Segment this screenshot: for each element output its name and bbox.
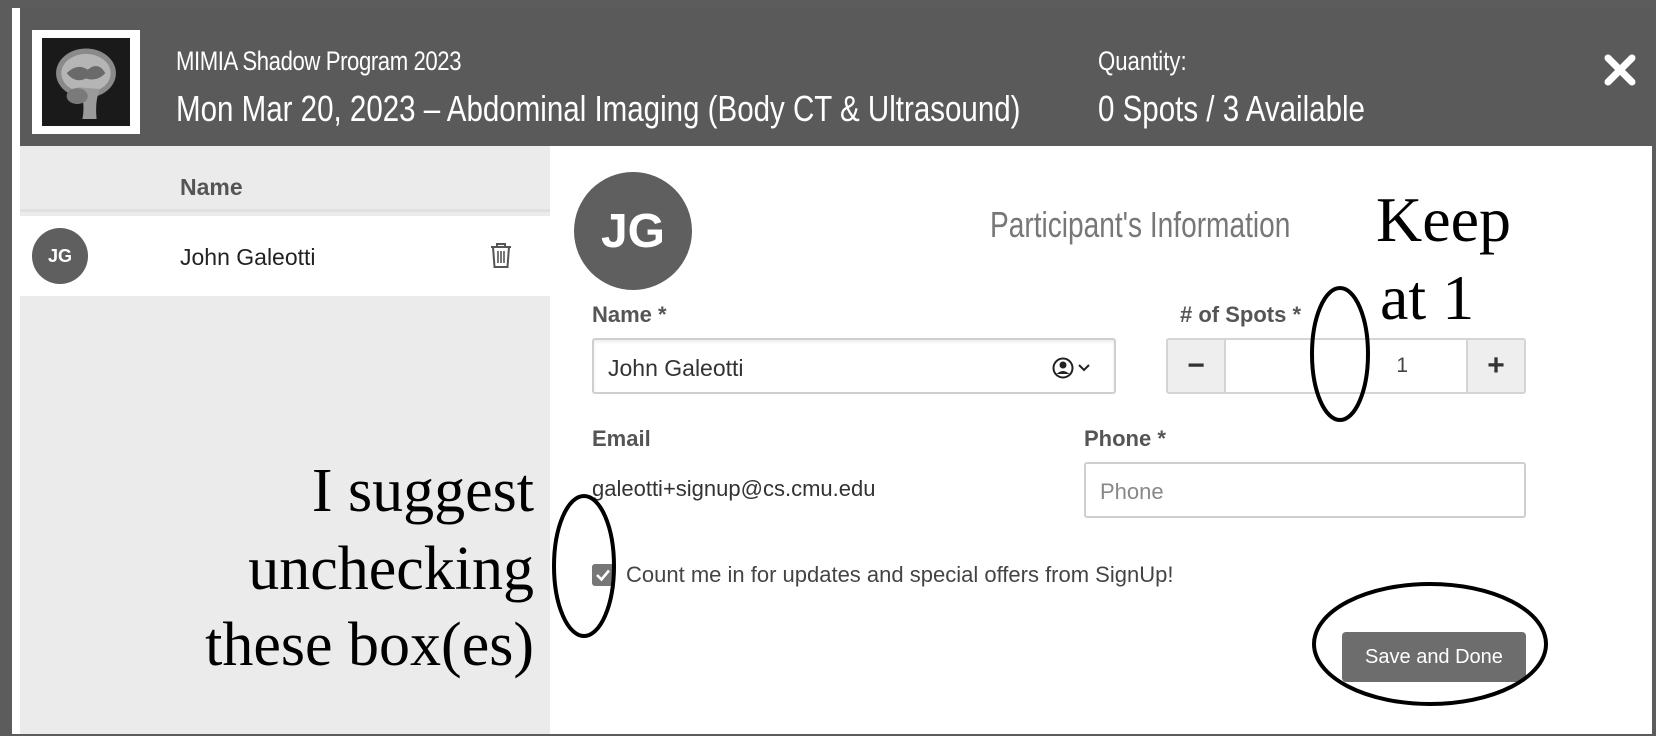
- participant-name: John Galeotti: [180, 244, 316, 270]
- name-value: John Galeotti: [608, 355, 744, 381]
- phone-placeholder: Phone: [1100, 479, 1164, 504]
- name-column-header: Name: [180, 174, 243, 200]
- quantity-label: Quantity:: [1098, 46, 1187, 76]
- checkmark-icon: [596, 569, 610, 582]
- phone-field[interactable]: Phone: [1084, 462, 1526, 518]
- person-dropdown-icon[interactable]: [1052, 356, 1096, 380]
- email-value: galeotti+signup@cs.cmu.edu: [592, 476, 876, 501]
- phone-label: Phone *: [1084, 426, 1166, 451]
- program-title: MIMIA Shadow Program 2023: [176, 46, 462, 76]
- spots-input[interactable]: 1: [1228, 340, 1466, 392]
- brain-mri-logo: [32, 30, 140, 134]
- event-title: Mon Mar 20, 2023 – Abdominal Imaging (Bo…: [176, 88, 1021, 129]
- brain-scan-image: [42, 38, 130, 126]
- quantity-value: 0 Spots / 3 Available: [1098, 88, 1365, 129]
- name-field[interactable]: John Galeotti: [592, 338, 1116, 394]
- optin-checkbox[interactable]: [592, 564, 614, 586]
- optin-label: Count me in for updates and special offe…: [626, 562, 1174, 587]
- list-header: Name: [20, 146, 550, 212]
- modal-header: MIMIA Shadow Program 2023 Mon Mar 20, 20…: [20, 8, 1652, 146]
- email-label: Email: [592, 426, 651, 451]
- annotation-suggest-2: unchecking: [248, 535, 534, 603]
- name-label: Name *: [592, 302, 667, 327]
- annotation-suggest-3: these box(es): [205, 611, 534, 679]
- avatar: JG: [32, 228, 88, 284]
- increment-button[interactable]: +: [1466, 340, 1524, 392]
- annotation-keep: Keep: [1376, 184, 1512, 255]
- close-icon[interactable]: [1600, 50, 1640, 90]
- save-and-done-button[interactable]: Save and Done: [1342, 632, 1526, 682]
- quantity-stepper: − 1 +: [1166, 338, 1526, 394]
- section-title: Participant's Information: [990, 204, 1291, 245]
- annotation-suggest-1: I suggest: [311, 457, 534, 525]
- trash-icon[interactable]: [488, 240, 514, 270]
- avatar: JG: [574, 172, 692, 290]
- spots-label: # of Spots *: [1180, 302, 1302, 327]
- annotation-at-1: at 1: [1380, 262, 1475, 333]
- list-item[interactable]: JG John Galeotti: [20, 216, 550, 296]
- decrement-button[interactable]: −: [1168, 340, 1226, 392]
